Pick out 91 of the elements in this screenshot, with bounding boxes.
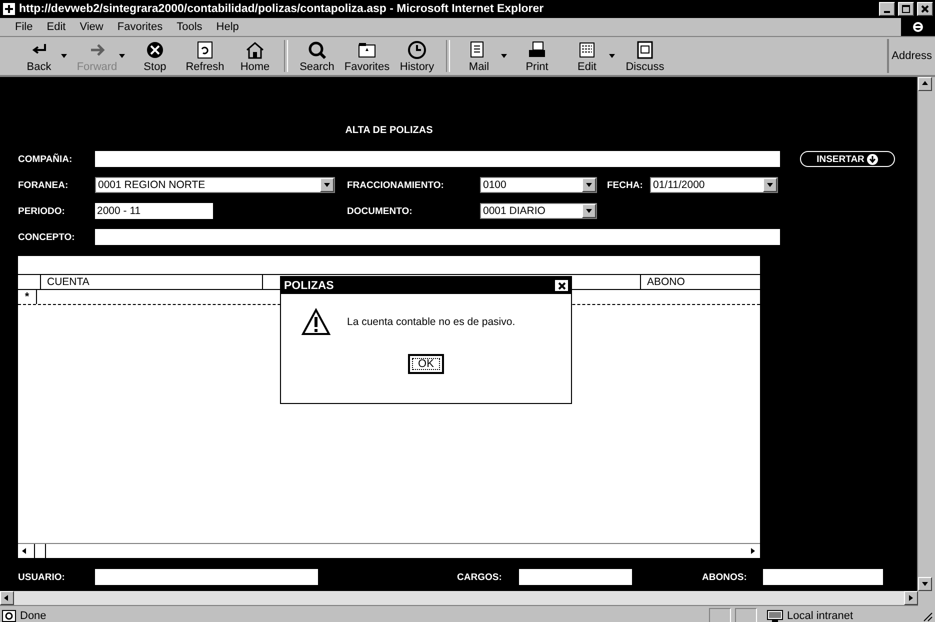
column-header[interactable]: ABONO bbox=[640, 275, 760, 289]
arrow-icon bbox=[766, 181, 774, 189]
scroll-arrow-button[interactable] bbox=[0, 591, 14, 605]
dropdown-field[interactable]: 0001 DIARIO bbox=[480, 203, 597, 219]
text-field[interactable] bbox=[763, 569, 883, 585]
toolbar-button[interactable]: Favorites bbox=[342, 39, 392, 73]
close-icon bbox=[558, 282, 566, 290]
dropdown-caret-icon[interactable] bbox=[500, 53, 508, 59]
warning-icon bbox=[301, 308, 331, 336]
column-header[interactable]: CUENTA bbox=[40, 275, 262, 289]
status-text: Done bbox=[20, 610, 48, 622]
field-label: FRACCIONAMIENTO: bbox=[347, 180, 445, 190]
text-field[interactable] bbox=[95, 151, 780, 167]
right-arrow-icon bbox=[749, 547, 757, 555]
clock-icon bbox=[407, 40, 427, 60]
maximize-button[interactable] bbox=[898, 2, 914, 16]
scroll-arrow-button[interactable] bbox=[763, 178, 777, 192]
dropdown-caret-icon[interactable] bbox=[608, 53, 616, 59]
address-label: Address bbox=[886, 39, 935, 73]
toolbar-button[interactable]: History bbox=[392, 39, 442, 73]
field-label: PERIODO: bbox=[18, 206, 66, 216]
arrow-icon bbox=[921, 80, 929, 88]
dropdown-field[interactable]: 0001 REGION NORTE bbox=[95, 177, 335, 193]
refresh-icon bbox=[195, 40, 215, 60]
dropdown-field[interactable]: 0100 bbox=[480, 177, 597, 193]
field-label: FECHA: bbox=[607, 180, 644, 190]
dialog-message: La cuenta contable no es de pasivo. bbox=[347, 316, 516, 328]
toolbar-button[interactable]: Edit bbox=[562, 39, 612, 73]
close-button[interactable] bbox=[917, 2, 933, 16]
resize-grip-icon bbox=[921, 610, 933, 622]
insert-button[interactable]: INSERTAR bbox=[800, 151, 895, 167]
window-title: http://devweb2/sintegrara2000/contabilidad/polizas/contapoliza.asp - Microsoft Internet Explorer bbox=[19, 3, 545, 15]
search-icon bbox=[307, 40, 327, 60]
toolbar-button[interactable]: Mail bbox=[454, 39, 504, 73]
toolbar-button[interactable]: Stop bbox=[130, 39, 180, 73]
menu-item[interactable]: Help bbox=[209, 21, 246, 33]
menu-item[interactable]: Edit bbox=[40, 21, 73, 33]
toolbar-button[interactable]: Discuss bbox=[620, 39, 670, 73]
text-field[interactable] bbox=[95, 229, 780, 245]
horizontal-scrollbar[interactable] bbox=[0, 591, 918, 605]
toolbar-button[interactable]: Refresh bbox=[180, 39, 230, 73]
home-icon bbox=[245, 40, 265, 60]
status-pane bbox=[735, 608, 757, 622]
page-heading: ALTA DE POLIZAS bbox=[344, 125, 434, 136]
total-label: USUARIO: bbox=[18, 572, 66, 582]
menu-item[interactable]: File bbox=[8, 21, 40, 33]
print-icon bbox=[527, 40, 547, 60]
menu-item[interactable]: View bbox=[72, 21, 110, 33]
dropdown-field[interactable]: 01/11/2000 bbox=[650, 177, 778, 193]
left-arrow-icon bbox=[21, 547, 29, 555]
download-icon bbox=[867, 154, 878, 164]
total-label: CARGOS: bbox=[457, 572, 503, 582]
field-label: COMPAÑIA: bbox=[18, 154, 74, 164]
dialog-close-button[interactable] bbox=[555, 280, 568, 291]
scroll-arrow-button[interactable] bbox=[582, 178, 596, 192]
field-label: CONCEPTO: bbox=[18, 232, 76, 242]
grid-scrollbar[interactable] bbox=[18, 543, 760, 558]
scroll-arrow-button[interactable] bbox=[582, 204, 596, 218]
scroll-arrow-button[interactable] bbox=[918, 577, 932, 591]
toolbar-button[interactable]: Print bbox=[512, 39, 562, 73]
menu-item[interactable]: Favorites bbox=[110, 21, 170, 33]
arrow-icon bbox=[585, 181, 593, 189]
arrow-icon bbox=[585, 207, 593, 215]
discuss-icon bbox=[635, 40, 655, 60]
text-field[interactable]: 2000 - 11 bbox=[95, 203, 213, 219]
scroll-arrow-button[interactable] bbox=[320, 178, 334, 192]
arrow-icon bbox=[3, 594, 11, 602]
close-icon bbox=[921, 5, 929, 13]
arrow-icon bbox=[323, 181, 331, 189]
dialog-title: POLIZAS bbox=[284, 280, 334, 292]
zone-text: Local intranet bbox=[787, 610, 854, 622]
document-icon bbox=[577, 40, 597, 60]
scroll-arrow-button[interactable] bbox=[918, 77, 932, 91]
toolbar-button[interactable]: Home bbox=[230, 39, 280, 73]
status-pane bbox=[709, 608, 731, 622]
field-label: FORANEA: bbox=[18, 180, 70, 190]
scroll-arrow-button[interactable] bbox=[904, 591, 918, 605]
maximize-icon bbox=[902, 5, 910, 13]
total-label: ABONOS: bbox=[702, 572, 748, 582]
dropdown-caret-icon[interactable] bbox=[60, 53, 68, 59]
toolbar-button[interactable]: Search bbox=[292, 39, 342, 73]
toolbar-button[interactable]: Back bbox=[14, 39, 64, 73]
ok-button[interactable]: OK bbox=[408, 354, 444, 374]
menu-item[interactable]: Tools bbox=[170, 21, 210, 33]
text-field[interactable] bbox=[95, 569, 318, 585]
minimize-button[interactable] bbox=[879, 2, 895, 16]
computer-icon bbox=[767, 610, 783, 622]
field-label: DOCUMENTO: bbox=[347, 206, 414, 216]
vertical-scrollbar[interactable] bbox=[917, 77, 935, 591]
stop-icon bbox=[145, 40, 165, 60]
text-field[interactable] bbox=[519, 569, 632, 585]
